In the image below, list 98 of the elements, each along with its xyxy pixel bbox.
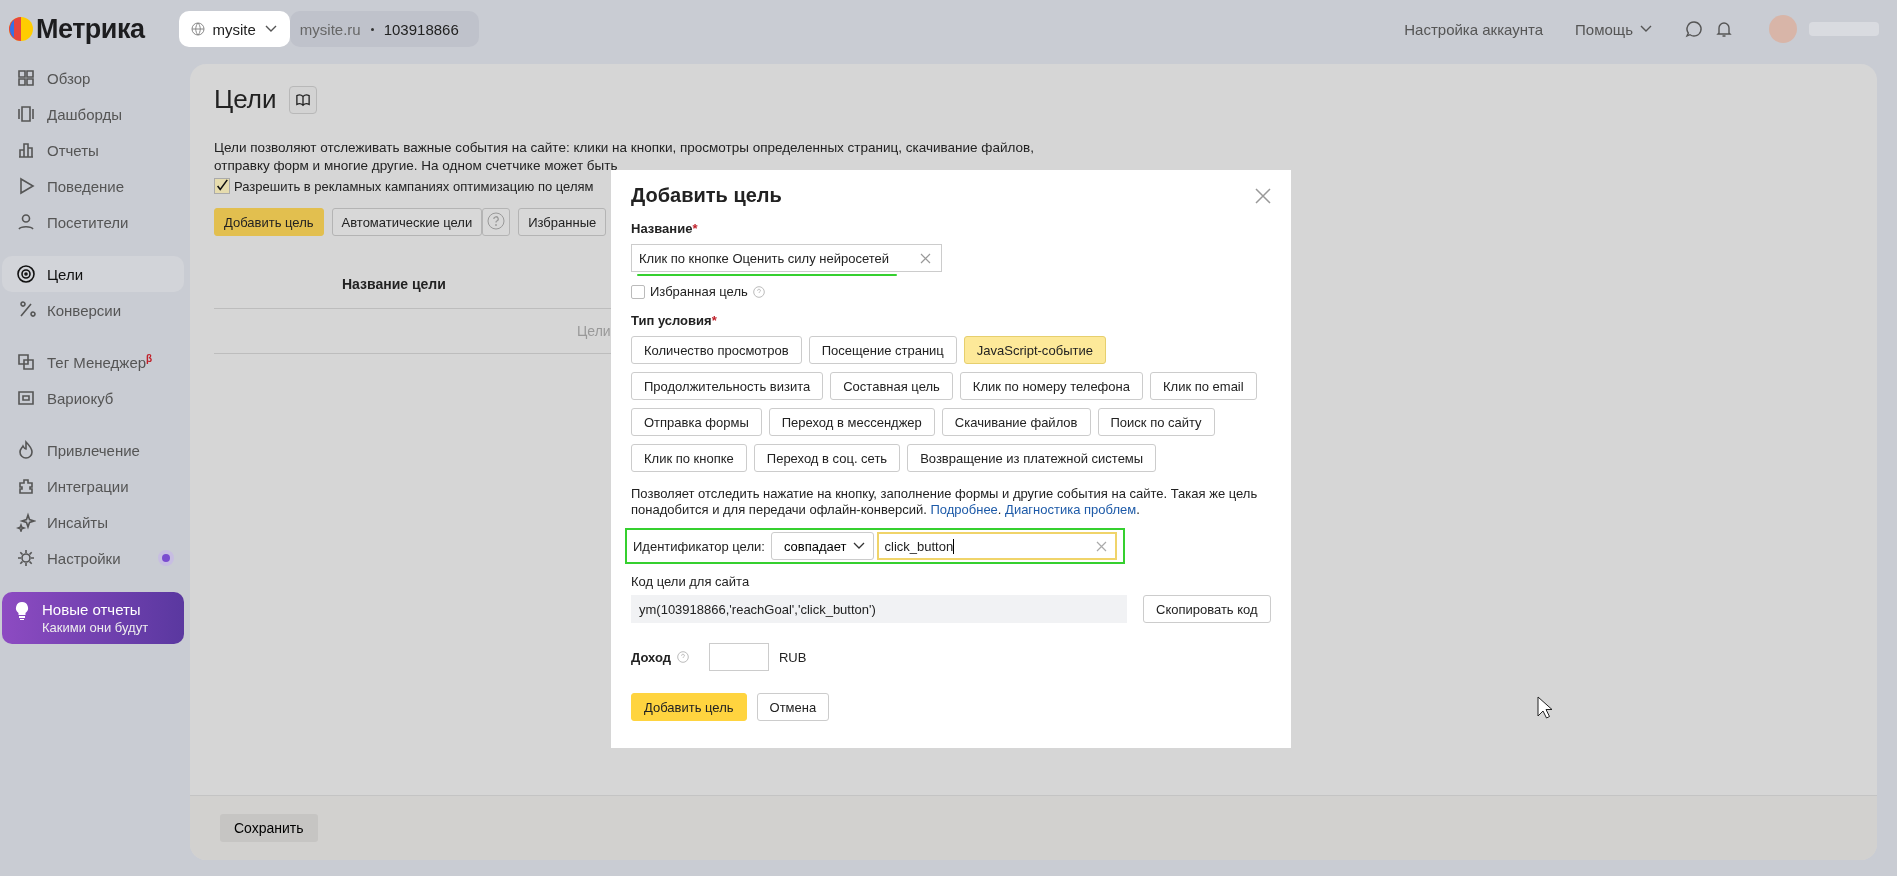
field-label: Доход <box>631 649 671 665</box>
sidebar-item[interactable]: Интеграции <box>2 468 184 504</box>
chevron-down-icon <box>1639 24 1653 34</box>
globe-icon <box>190 22 205 36</box>
description-text: отправку форм и многие другие. На одном счетчике может быть <box>214 157 619 175</box>
logo-icon <box>8 16 34 42</box>
condition-type-button[interactable]: Скачивание файлов <box>941 408 1091 436</box>
dialog-title: Добавить цель <box>631 184 782 207</box>
description-text: Цели позволяют отслеживать важные события на сайте: клики на кнопки, просмотры определенных страниц, скачивание файлов, <box>214 139 1035 157</box>
lightbulb-icon <box>14 601 30 621</box>
condition-type-button[interactable]: Клик по кнопке <box>631 444 747 472</box>
field-label: Идентификатор цели: <box>633 538 765 554</box>
checkbox[interactable] <box>214 178 230 194</box>
chevron-down-icon <box>263 24 278 34</box>
close-icon[interactable] <box>1255 187 1271 204</box>
condition-type-button[interactable]: Клик по email <box>1149 372 1257 400</box>
help-icon[interactable] <box>676 651 689 663</box>
help-icon <box>487 211 506 230</box>
avatar[interactable] <box>1769 15 1797 43</box>
condition-type-button[interactable]: Отправка формы <box>631 408 762 436</box>
field-label: Код цели для сайта <box>631 574 751 589</box>
chat-icon[interactable] <box>1685 20 1703 38</box>
nav-icon <box>16 548 36 568</box>
condition-type-button[interactable]: Переход в мессенджер <box>768 408 935 436</box>
income-field[interactable] <box>708 643 769 671</box>
nav-icon <box>16 68 36 88</box>
identifier-field[interactable]: click_button <box>876 532 1117 560</box>
condition-type-button[interactable]: JavaScript-событие <box>963 336 1106 364</box>
copy-code-button[interactable]: Скопировать код <box>1143 595 1271 623</box>
sidebar-item[interactable]: Поведение <box>2 168 184 204</box>
more-link[interactable]: Подробнее <box>930 502 998 517</box>
hint-text: Позволяет отследить нажатие на кнопку, заполнение формы и другие события на сайте. Такая же цель понадобится и для передачи офлайн-конверсий. Подробнее. Диагностика проблем. <box>631 486 1259 518</box>
account-settings-link[interactable]: Настройка аккаунта <box>1404 20 1544 38</box>
help-menu[interactable]: Помощь <box>1575 20 1653 38</box>
required-asterisk: * <box>692 221 698 236</box>
sidebar-item[interactable]: Настройки <box>2 540 184 576</box>
promo-title: Новые отчеты <box>42 601 142 618</box>
sidebar-item[interactable]: Тег Менеджер$^{β}$ <box>2 344 184 380</box>
checkbox[interactable] <box>631 284 645 299</box>
logo-text: Метрика <box>36 13 145 45</box>
sidebar-item[interactable]: Дашборды <box>2 96 184 132</box>
counter-id: 103918866 <box>383 20 459 38</box>
page-title: Цели <box>214 84 277 115</box>
mouse-pointer-icon <box>1537 696 1553 720</box>
nav-icon <box>16 212 36 232</box>
favorites-button[interactable]: Избранные <box>518 208 607 236</box>
nav-icon <box>16 264 36 284</box>
help-icon[interactable] <box>752 285 765 298</box>
condition-type-button[interactable]: Посещение страниц <box>808 336 957 364</box>
condition-type-button[interactable]: Возвращение из платежной системы <box>907 444 1157 472</box>
book-icon <box>295 92 310 107</box>
code-snippet: ym(103918866,'reachGoal','click_button') <box>631 595 1127 623</box>
condition-type-button[interactable]: Количество просмотров <box>631 336 802 364</box>
sidebar-item[interactable]: Привлечение <box>2 432 184 468</box>
required-asterisk: * <box>711 313 717 328</box>
condition-type-button[interactable]: Поиск по сайту <box>1097 408 1215 436</box>
cancel-button[interactable]: Отмена <box>756 693 830 721</box>
add-goal-button[interactable]: Добавить цель <box>214 208 324 236</box>
sidebar-item[interactable]: Конверсии <box>2 292 184 328</box>
clear-icon[interactable] <box>920 252 931 264</box>
nav-icon <box>16 104 36 124</box>
checkbox-label: Разрешить в рекламных кампаниях оптимизацию по целям <box>234 178 594 194</box>
condition-type-button[interactable]: Продолжительность визита <box>631 372 824 400</box>
clear-icon[interactable] <box>1096 540 1107 552</box>
nav-icon <box>16 512 36 532</box>
empty-table-text: Цели <box>577 323 611 339</box>
help-button[interactable] <box>482 208 511 236</box>
match-mode-dropdown[interactable]: совпадает <box>770 532 874 560</box>
nav-icon <box>16 140 36 160</box>
sidebar-item[interactable]: Инсайты <box>2 504 184 540</box>
chevron-down-icon <box>852 542 865 550</box>
column-header: Название цели <box>342 276 446 292</box>
auto-goals-button[interactable]: Автоматические цели <box>331 208 483 236</box>
sidebar-item[interactable]: Цели <box>2 256 184 292</box>
sidebar-item[interactable]: Обзор <box>2 60 184 96</box>
goal-name-field[interactable]: Клик по кнопке Оценить силу нейросетей <box>631 244 942 272</box>
docs-button[interactable] <box>288 85 317 114</box>
condition-type-button[interactable]: Составная цель <box>830 372 953 400</box>
bell-icon[interactable] <box>1715 20 1733 38</box>
site-selector[interactable]: mysite <box>178 11 290 47</box>
save-button[interactable]: Сохранить <box>220 814 318 842</box>
currency-label: RUB <box>778 649 807 665</box>
sidebar-item[interactable]: Вариокуб <box>2 380 184 416</box>
promo-card[interactable]: Новые отчеты Какими они будут <box>2 592 184 644</box>
condition-type-button[interactable]: Клик по номеру телефона <box>959 372 1143 400</box>
field-label: Название <box>631 221 693 236</box>
condition-type-button[interactable]: Переход в соц. сеть <box>753 444 901 472</box>
nav-icon <box>16 440 36 460</box>
promo-subtitle: Какими они будут <box>42 620 149 635</box>
checkbox-label: Избранная цель <box>650 284 748 299</box>
nav-icon <box>16 352 36 372</box>
sidebar-item[interactable]: Отчеты <box>2 132 184 168</box>
sidebar-item[interactable]: Посетители <box>2 204 184 240</box>
field-label: Тип условия <box>631 313 712 328</box>
nav-icon <box>16 388 36 408</box>
site-domain: mysite.ru <box>299 20 361 38</box>
nav-icon <box>16 476 36 496</box>
submit-button[interactable]: Добавить цель <box>631 693 747 721</box>
